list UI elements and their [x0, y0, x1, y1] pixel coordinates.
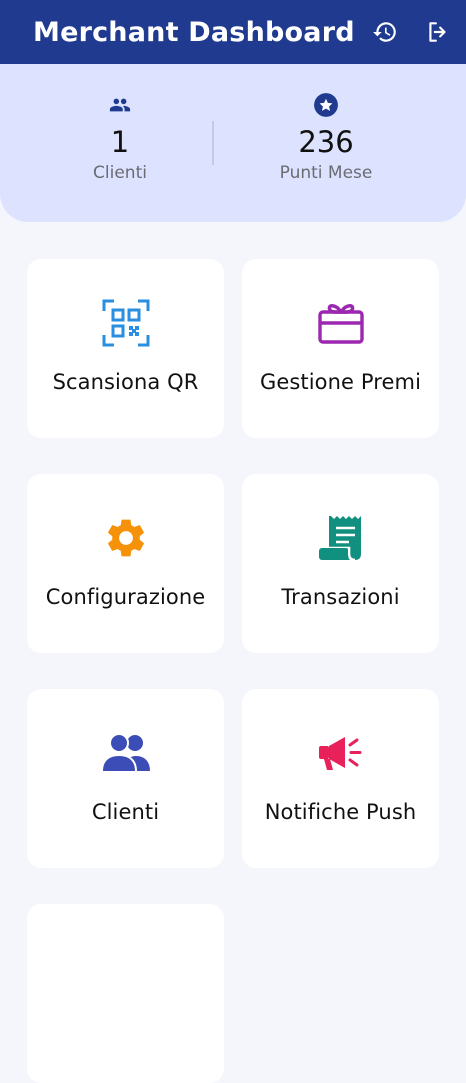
logout-button[interactable]	[423, 17, 453, 47]
points-label: Punti Mese	[279, 163, 373, 183]
history-icon	[373, 22, 396, 42]
people-icon	[109, 98, 131, 112]
card-rewards[interactable]: Gestione Premi	[242, 259, 439, 438]
card-label: Configurazione	[45, 585, 206, 609]
clients-count: 1	[110, 125, 130, 159]
gear-icon	[107, 519, 144, 557]
people-icon	[100, 733, 150, 772]
card-label: Transazioni	[281, 585, 400, 609]
card-configuration[interactable]: Configurazione	[27, 474, 224, 653]
stats-divider	[212, 121, 214, 165]
card-label: Scansiona QR	[52, 370, 199, 394]
receipt-icon	[318, 516, 361, 562]
clients-label: Clienti	[93, 163, 147, 183]
logout-icon	[429, 22, 446, 42]
app-bar: Merchant Dashboard	[0, 0, 466, 64]
stat-clients: 1 Clienti	[20, 64, 220, 222]
history-button[interactable]	[370, 17, 400, 47]
card-label: Clienti	[91, 800, 160, 824]
stats-panel: 1 Clienti 236 Punti Mese	[0, 64, 466, 222]
card-more[interactable]	[27, 904, 224, 1083]
card-push-notifications[interactable]: Notifiche Push	[242, 689, 439, 868]
stat-points: 236 Punti Mese	[226, 64, 426, 222]
qr-scan-icon	[102, 299, 149, 347]
megaphone-icon	[318, 737, 361, 770]
star-icon	[314, 93, 338, 117]
gift-card-icon	[317, 304, 364, 344]
card-transactions[interactable]: Transazioni	[242, 474, 439, 653]
card-label: Gestione Premi	[259, 370, 422, 394]
card-clients[interactable]: Clienti	[27, 689, 224, 868]
points-count: 236	[298, 125, 354, 159]
page-title: Merchant Dashboard	[33, 16, 355, 48]
card-label: Notifiche Push	[264, 800, 417, 824]
card-scan-qr[interactable]: Scansiona QR	[27, 259, 224, 438]
